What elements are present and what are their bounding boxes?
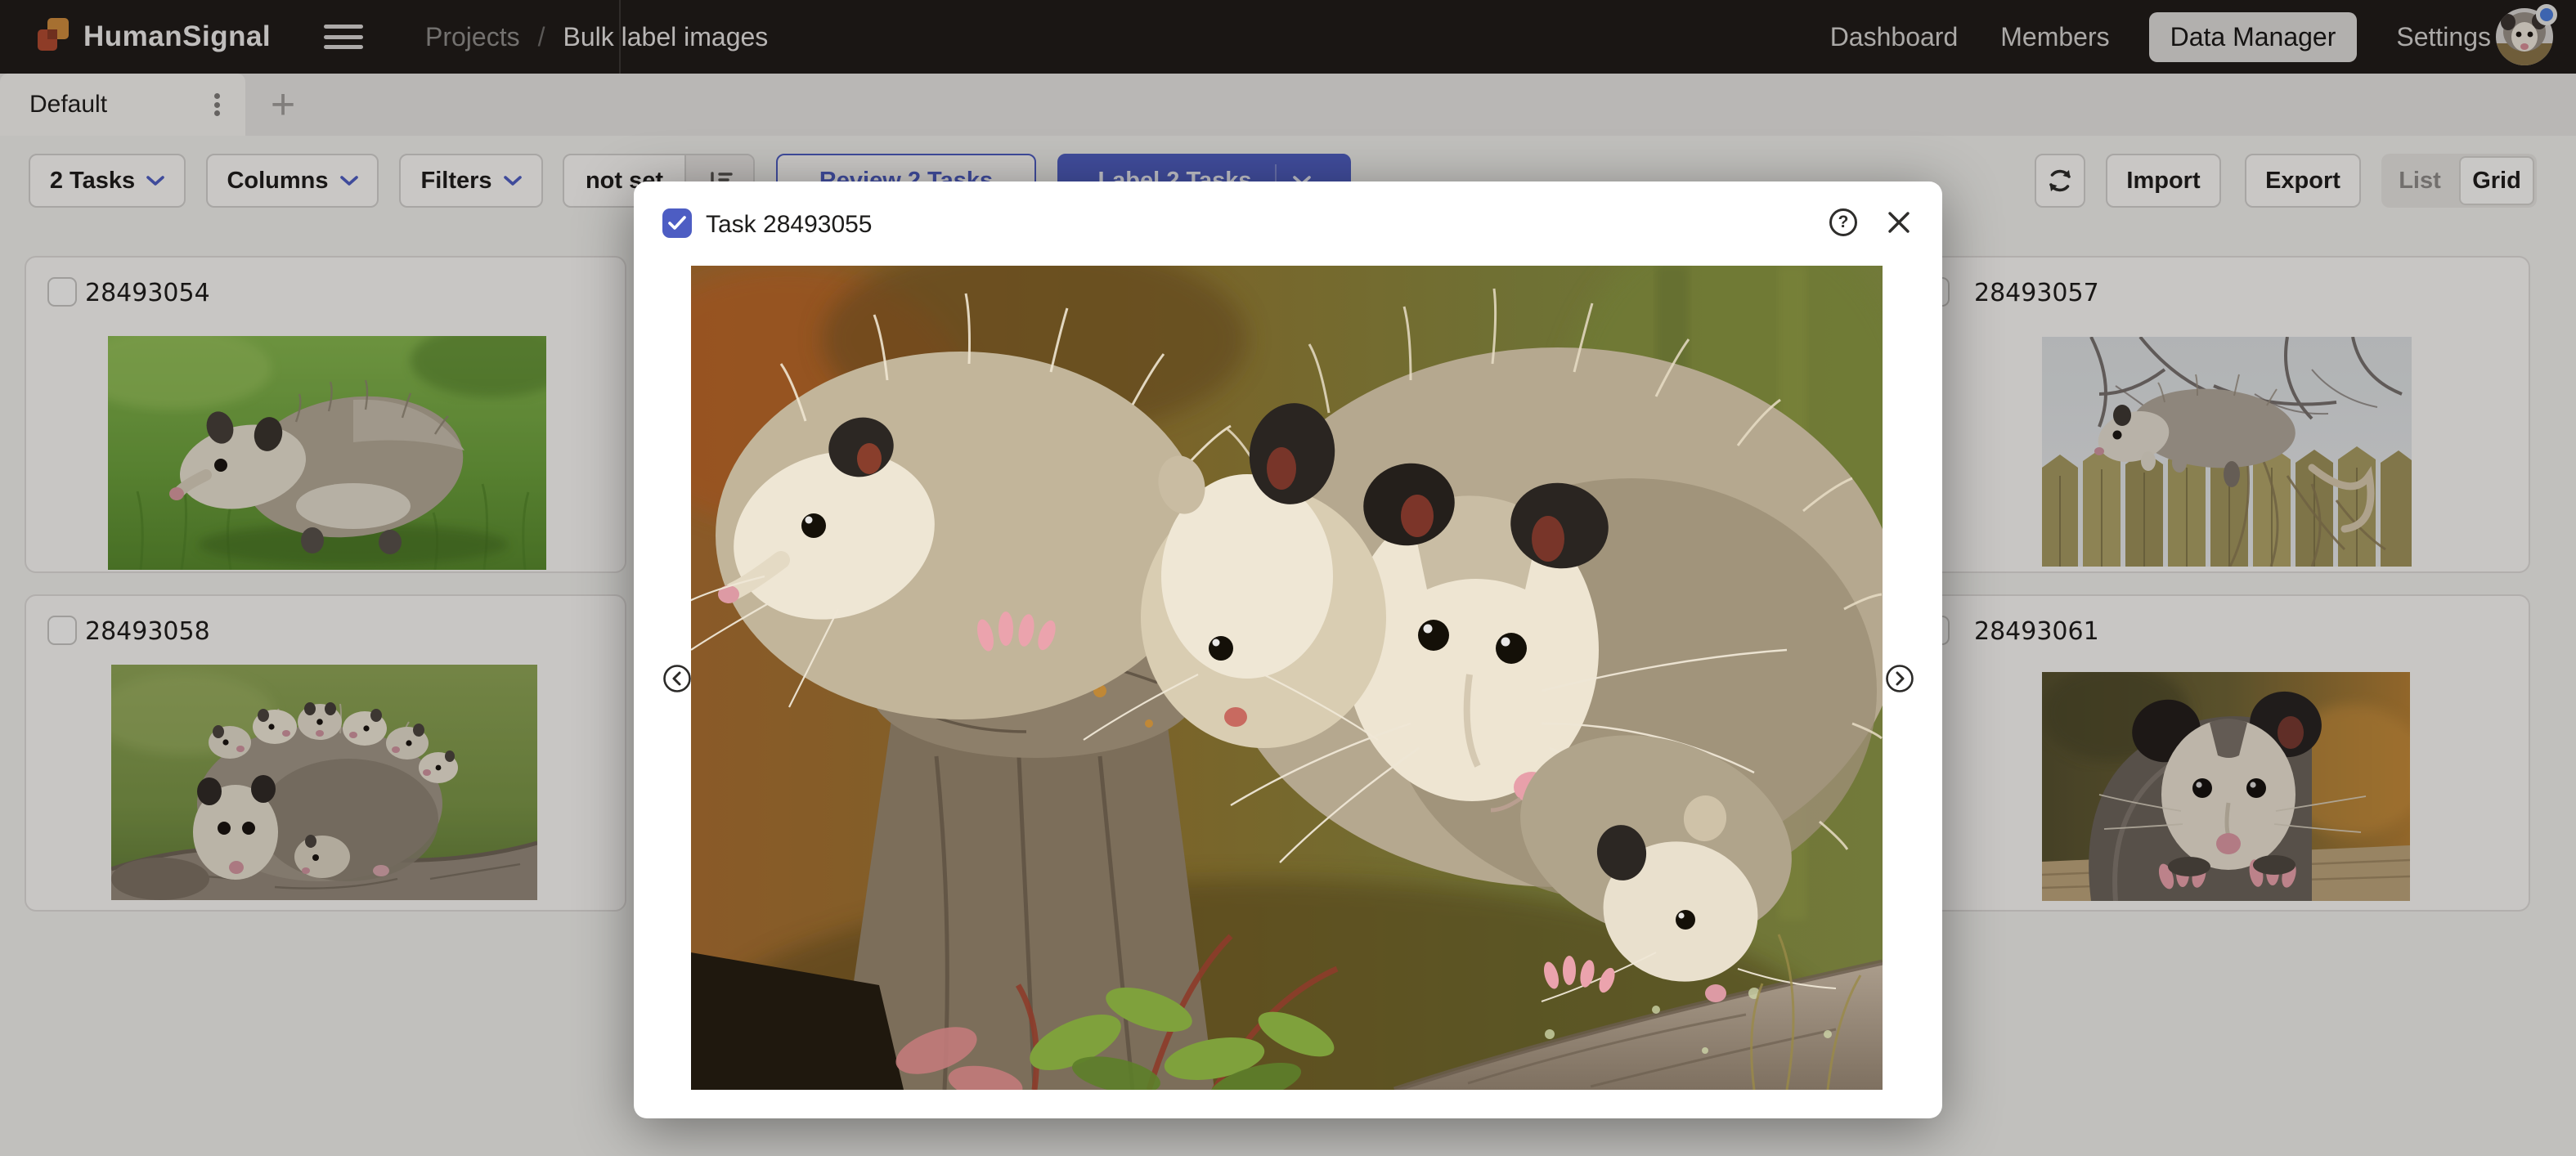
task-preview-image-opossum-family <box>691 266 1883 1090</box>
previous-task-arrow[interactable] <box>662 663 693 694</box>
close-button[interactable] <box>1885 208 1913 236</box>
task-preview-modal: Task 28493055 ? <box>634 181 1942 1118</box>
check-icon <box>667 215 687 231</box>
task-checkbox-checked[interactable] <box>662 208 692 238</box>
help-button[interactable]: ? <box>1829 208 1857 236</box>
modal-title: Task 28493055 <box>706 211 873 239</box>
close-icon <box>1887 210 1911 235</box>
next-task-arrow[interactable] <box>1884 663 1915 694</box>
